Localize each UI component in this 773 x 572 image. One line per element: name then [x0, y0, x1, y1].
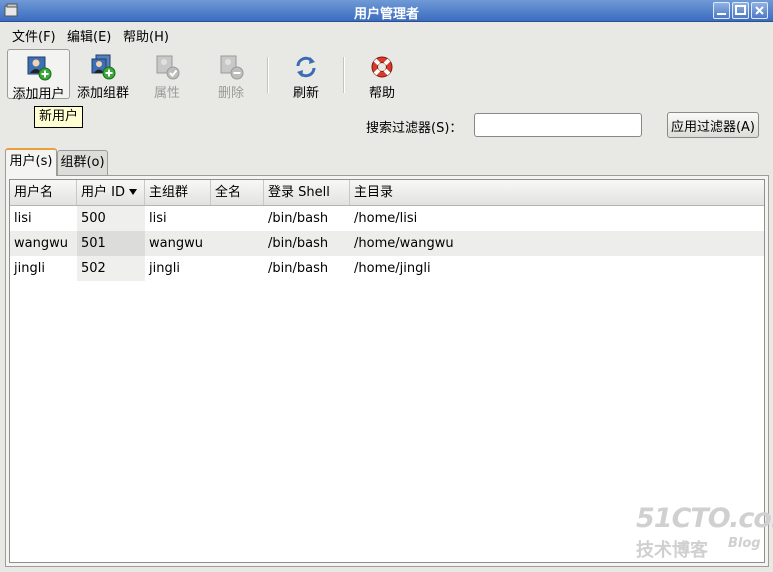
properties-icon	[156, 55, 180, 80]
table-row[interactable]: jingli 502 jingli /bin/bash /home/jingli	[10, 256, 764, 281]
minimize-icon	[717, 13, 726, 15]
window-title: 用户管理者	[353, 7, 419, 22]
lifebuoy-icon	[371, 56, 393, 78]
properties-label: 属性	[153, 86, 180, 101]
cell-username: jingli	[14, 261, 45, 276]
cell-primary-group: wangwu	[149, 236, 203, 251]
cell-username: lisi	[14, 211, 32, 226]
cell-full-name	[211, 231, 215, 256]
menu-edit[interactable]: 编辑(E)	[67, 26, 111, 45]
cell-home-dir: /home/jingli	[354, 261, 431, 276]
cell-user-id: 502	[77, 256, 145, 281]
delete-icon	[220, 55, 244, 80]
cell-home-dir: /home/wangwu	[354, 236, 454, 251]
table-header: 用户名 用户 ID 主组群 全名 登录 Shell 主目录	[10, 180, 764, 206]
cell-primary-group: jingli	[149, 261, 180, 276]
tab-users[interactable]: 用户(s)	[5, 148, 57, 176]
cell-user-id: 500	[77, 206, 145, 231]
cell-login-shell: /bin/bash	[268, 236, 329, 251]
apply-filter-button[interactable]: 应用过滤器(A)	[667, 112, 759, 138]
cell-full-name	[211, 256, 215, 281]
cell-username: wangwu	[14, 236, 68, 251]
table-row[interactable]: lisi 500 lisi /bin/bash /home/lisi	[10, 206, 764, 231]
properties-button[interactable]: 属性	[146, 49, 188, 101]
cell-primary-group: lisi	[149, 211, 167, 226]
menu-file[interactable]: 文件(F)	[12, 26, 56, 45]
cell-login-shell: /bin/bash	[268, 211, 329, 226]
filter-label: 搜索过滤器(S)：	[366, 121, 463, 136]
cell-user-id: 501	[77, 231, 145, 256]
cell-full-name	[211, 206, 215, 231]
column-header-primary-group[interactable]: 主组群	[145, 180, 211, 205]
column-header-full-name[interactable]: 全名	[211, 180, 264, 205]
delete-label: 删除	[217, 86, 244, 101]
refresh-label: 刷新	[292, 86, 319, 101]
column-header-user-id[interactable]: 用户 ID	[77, 180, 145, 205]
add-user-icon	[27, 56, 51, 81]
add-group-label: 添加组群	[76, 86, 129, 101]
cell-login-shell: /bin/bash	[268, 261, 329, 276]
add-group-button[interactable]: 添加组群	[75, 49, 131, 101]
delete-button[interactable]: 删除	[210, 49, 252, 101]
column-header-home-dir[interactable]: 主目录	[350, 180, 764, 205]
toolbar-separator	[267, 57, 269, 93]
add-user-label: 添加用户	[12, 87, 65, 102]
tab-groups[interactable]: 组群(o)	[57, 150, 108, 176]
toolbar: 添加用户 添加组群 属性 删除 刷新 帮助	[0, 45, 773, 102]
minimize-button[interactable]	[713, 2, 730, 19]
tooltip: 新用户	[34, 106, 84, 128]
help-label: 帮助	[368, 86, 395, 101]
refresh-icon	[296, 56, 316, 78]
menu-help[interactable]: 帮助(H)	[123, 26, 169, 45]
watermark-line3: Blog	[728, 536, 761, 551]
cell-home-dir: /home/lisi	[354, 211, 418, 226]
filter-input[interactable]	[474, 113, 642, 137]
refresh-button[interactable]: 刷新	[285, 49, 327, 101]
close-button[interactable]	[751, 2, 768, 19]
maximize-icon	[735, 5, 746, 15]
add-user-button[interactable]: 添加用户	[7, 49, 70, 102]
close-icon	[755, 6, 764, 15]
watermark: 51CTO.com 技术博客 Blog	[636, 503, 773, 563]
toolbar-separator	[343, 57, 345, 93]
column-header-username[interactable]: 用户名	[10, 180, 77, 205]
title-bar: 用户管理者	[0, 0, 773, 22]
table-row[interactable]: wangwu 501 wangwu /bin/bash /home/wangwu	[10, 231, 764, 256]
column-header-login-shell[interactable]: 登录 Shell	[264, 180, 350, 205]
maximize-button[interactable]	[732, 2, 749, 19]
sort-descending-icon	[128, 189, 137, 195]
menu-bar: 文件(F) 编辑(E) 帮助(H)	[0, 22, 773, 45]
watermark-line2: 技术博客	[636, 540, 708, 561]
add-group-icon	[91, 54, 116, 80]
help-button[interactable]: 帮助	[361, 49, 403, 101]
watermark-line1: 51CTO.com	[636, 503, 773, 534]
